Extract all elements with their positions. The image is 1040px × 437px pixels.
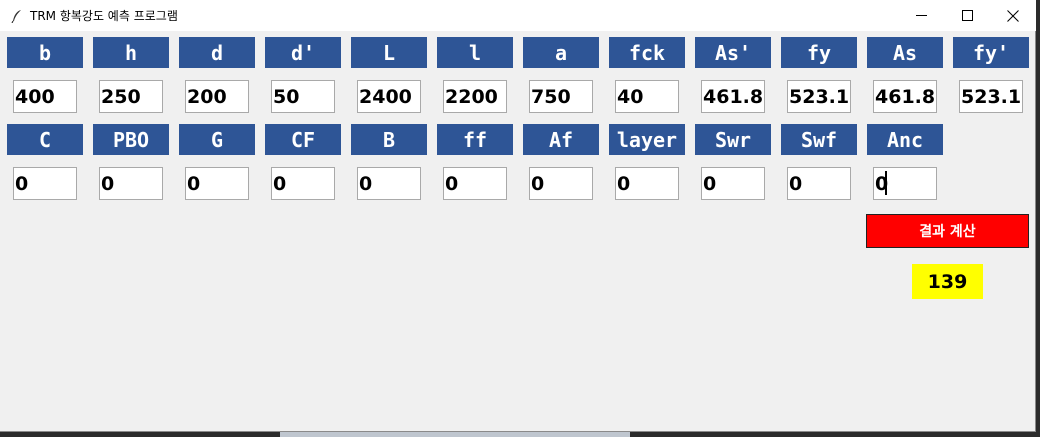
label-b: b [7,37,83,68]
minimize-icon [915,10,927,21]
input-C[interactable] [13,167,77,200]
label-As-prime: As' [695,37,771,68]
label-fck: fck [609,37,685,68]
input-a[interactable] [529,80,593,113]
label-Swf: Swf [781,124,857,155]
label-a: a [523,37,599,68]
input-d-prime[interactable] [271,80,335,113]
label-CF: CF [265,124,341,155]
label-Swr: Swr [695,124,771,155]
app-window: TRM 항복강도 예측 프로그램 b h d d' L l a fck As' … [0,0,1036,432]
input-Anc[interactable] [873,167,937,200]
result-value: 139 [912,264,983,299]
maximize-icon [961,10,973,21]
text-caret [885,171,887,195]
window-title: TRM 항복강도 예측 프로그램 [30,9,178,23]
input-ff[interactable] [443,167,507,200]
input-CF[interactable] [271,167,335,200]
input-b[interactable] [13,80,77,113]
label-layer: layer [609,124,685,155]
label-C: C [7,124,83,155]
label-l: l [437,37,513,68]
input-l[interactable] [443,80,507,113]
input-As[interactable] [873,80,937,113]
minimize-button[interactable] [898,0,944,31]
input-G[interactable] [185,167,249,200]
label-Af: Af [523,124,599,155]
background-window-peek [280,432,630,437]
calculate-button[interactable]: 결과 계산 [866,214,1029,248]
label-Anc: Anc [867,124,943,155]
label-ff: ff [437,124,513,155]
label-fy: fy [781,37,857,68]
label-G: G [179,124,255,155]
input-As-prime[interactable] [701,80,765,113]
input-Af[interactable] [529,167,593,200]
input-L[interactable] [357,80,421,113]
label-h: h [93,37,169,68]
close-icon [1007,9,1019,22]
input-PBO[interactable] [99,167,163,200]
title-bar[interactable]: TRM 항복강도 예측 프로그램 [0,0,1036,31]
label-fy-prime: fy' [953,37,1029,68]
maximize-button[interactable] [944,0,990,31]
input-B[interactable] [357,167,421,200]
label-PBO: PBO [93,124,169,155]
input-d[interactable] [185,80,249,113]
label-B: B [351,124,427,155]
label-d: d [179,37,255,68]
input-fck[interactable] [615,80,679,113]
feather-icon [9,8,25,24]
input-h[interactable] [99,80,163,113]
input-fy[interactable] [787,80,851,113]
input-Swr[interactable] [701,167,765,200]
input-layer[interactable] [615,167,679,200]
close-button[interactable] [990,0,1036,31]
label-L: L [351,37,427,68]
input-fy-prime[interactable] [959,80,1023,113]
label-As: As [867,37,943,68]
label-d-prime: d' [265,37,341,68]
input-Swf[interactable] [787,167,851,200]
